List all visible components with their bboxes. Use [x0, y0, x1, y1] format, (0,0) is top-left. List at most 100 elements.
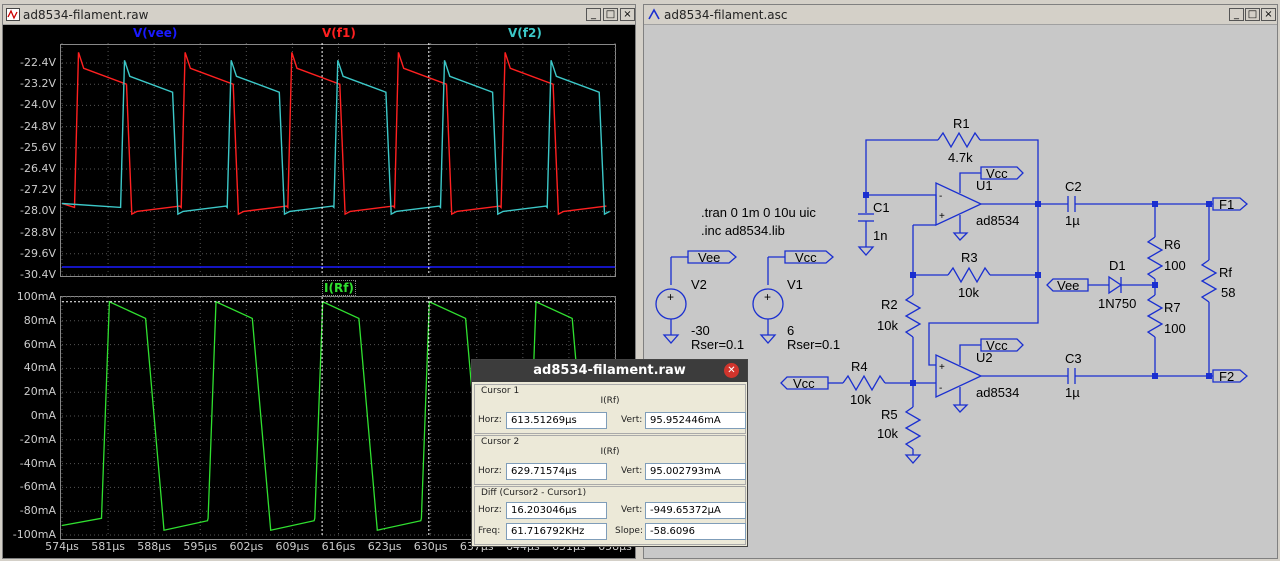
resistor-r5 — [904, 406, 922, 450]
net-label-f1: F1 — [1219, 197, 1234, 212]
restore-button[interactable]: □ — [603, 8, 618, 21]
r4-value: 10k — [850, 392, 871, 407]
source-polarity: + — [667, 290, 674, 304]
resistor-r4 — [842, 374, 886, 392]
wire — [912, 225, 948, 276]
trace-label-f1[interactable]: V(f1) — [322, 26, 356, 40]
cursor2-group: Cursor 2 I(Rf) Horz: 629.71574µs Vert: 9… — [474, 435, 746, 485]
diff-freq-field[interactable]: 61.716792KHz — [506, 523, 607, 540]
resistor-r2 — [904, 294, 922, 338]
r6-label: R6 — [1164, 237, 1181, 252]
waveform-titlebar[interactable]: ad8534-filament.raw _ □ × — [3, 5, 635, 25]
diff-vert-field[interactable]: -949.65372µA — [645, 502, 746, 519]
net-label-vcc-u1: Vcc — [986, 166, 1008, 181]
diff-slope-field[interactable]: -58.6096 — [645, 523, 746, 540]
schematic-title: ad8534-filament.asc — [664, 8, 788, 22]
c3-value: 1µ — [1065, 385, 1080, 400]
v2-value: -30 — [691, 323, 710, 338]
opamp-input-sign: - — [939, 191, 942, 202]
diff-group: Diff (Cursor2 - Cursor1) Horz: 16.203046… — [474, 486, 746, 545]
minimize-button[interactable]: _ — [1229, 8, 1244, 21]
c3-label: C3 — [1065, 351, 1082, 366]
v1-label: V1 — [787, 277, 803, 292]
ground-symbol — [759, 334, 777, 344]
y-tick-label: -28.8V — [20, 225, 56, 239]
x-tick-label: 581µs — [91, 540, 125, 553]
diff-slope-label: Slope: — [615, 526, 644, 536]
schematic-titlebar[interactable]: ad8534-filament.asc _ □ × — [644, 5, 1277, 25]
c1-value: 1n — [873, 228, 887, 243]
y-tick-label: -60mA — [19, 480, 56, 494]
junction-dot — [1035, 201, 1041, 207]
cursor1-group: Cursor 1 I(Rf) Horz: 613.51269µs Vert: 9… — [474, 384, 746, 434]
y-tick-label: -26.4V — [20, 162, 56, 175]
restore-button[interactable]: □ — [1245, 8, 1260, 21]
diff-horz-field[interactable]: 16.203046µs — [506, 502, 607, 519]
y-tick-label: -23.2V — [20, 77, 56, 91]
opamp-input-sign: + — [939, 362, 945, 373]
cursor1-vert-field[interactable]: 95.952446mA — [645, 412, 746, 429]
y-tick-label: -24.8V — [20, 119, 56, 133]
cursor-dialog-title[interactable]: ad8534-filament.raw — [472, 360, 747, 382]
v1-rser: Rser=0.1 — [787, 337, 840, 352]
trace-label-vee[interactable]: V(vee) — [133, 26, 177, 40]
cursor2-group-label: Cursor 2 — [481, 437, 520, 447]
cursor2-vert-field[interactable]: 95.002793mA — [645, 463, 746, 480]
trace-label-irf[interactable]: I(Rf) — [322, 280, 356, 296]
y-tick-label: 100mA — [16, 290, 56, 303]
v2-rser: Rser=0.1 — [691, 337, 744, 352]
resistor-r7 — [1146, 294, 1164, 338]
r3-label: R3 — [961, 250, 978, 265]
close-button[interactable]: × — [620, 8, 635, 21]
junction-dot — [863, 192, 869, 198]
ground-symbol — [904, 454, 922, 464]
net-label-vcc-u2: Vcc — [986, 338, 1008, 353]
y-tick-label: -29.6V — [20, 246, 56, 260]
x-tick-label: 616µs — [321, 540, 356, 553]
voltage-plot-pane[interactable] — [60, 44, 616, 277]
junction-dot — [1152, 201, 1158, 207]
y-tick-label: -27.2V — [20, 183, 56, 197]
c1-label: C1 — [873, 200, 890, 215]
y-tick-label: -30.4V — [20, 268, 56, 281]
y-tick-label: 40mA — [23, 361, 56, 375]
resistor-r3 — [947, 266, 991, 284]
x-tick-label: 630µs — [413, 540, 448, 553]
net-label-f2: F2 — [1219, 369, 1234, 384]
r6-value: 100 — [1164, 258, 1186, 273]
net-label-vcc: Vcc — [795, 250, 817, 265]
cursor1-horz-field[interactable]: 613.51269µs — [506, 412, 607, 429]
close-button[interactable]: × — [1261, 8, 1276, 21]
r5-label: R5 — [881, 407, 898, 422]
cursor2-horz-field[interactable]: 629.71574µs — [506, 463, 607, 480]
y-tick-label: 20mA — [23, 385, 56, 399]
diff-vert-label: Vert: — [621, 505, 643, 515]
directive-tran: .tran 0 1m 0 10u uic — [701, 205, 816, 220]
resistor-r6 — [1146, 236, 1164, 280]
r7-value: 100 — [1164, 321, 1186, 336]
junction-dot — [1152, 282, 1158, 288]
cursor2-vert-label: Vert: — [621, 466, 643, 476]
ground-symbol — [952, 404, 969, 413]
junction-dot — [1206, 373, 1212, 379]
c2-label: C2 — [1065, 179, 1082, 194]
directive-inc: .inc ad8534.lib — [701, 223, 785, 238]
x-tick-label: 574µs — [45, 540, 79, 553]
close-icon[interactable]: ✕ — [724, 363, 739, 378]
d1-value: 1N750 — [1098, 296, 1136, 311]
diode-d1 — [1108, 275, 1123, 295]
r5-value: 10k — [877, 426, 898, 441]
net-label-vcc-r4: Vcc — [793, 376, 815, 391]
rf-label: Rf — [1219, 265, 1232, 280]
d1-label: D1 — [1109, 258, 1126, 273]
trace-label-f2[interactable]: V(f2) — [508, 26, 542, 40]
r1-value: 4.7k — [948, 150, 973, 165]
minimize-button[interactable]: _ — [586, 8, 601, 21]
r3-value: 10k — [958, 285, 979, 300]
r2-value: 10k — [877, 318, 898, 333]
y-tick-label: -22.4V — [20, 56, 56, 69]
cursor1-horz-label: Horz: — [478, 415, 502, 425]
c2-value: 1µ — [1065, 213, 1080, 228]
y-tick-label: 60mA — [23, 337, 56, 351]
y-tick-label: -24.0V — [20, 98, 56, 112]
